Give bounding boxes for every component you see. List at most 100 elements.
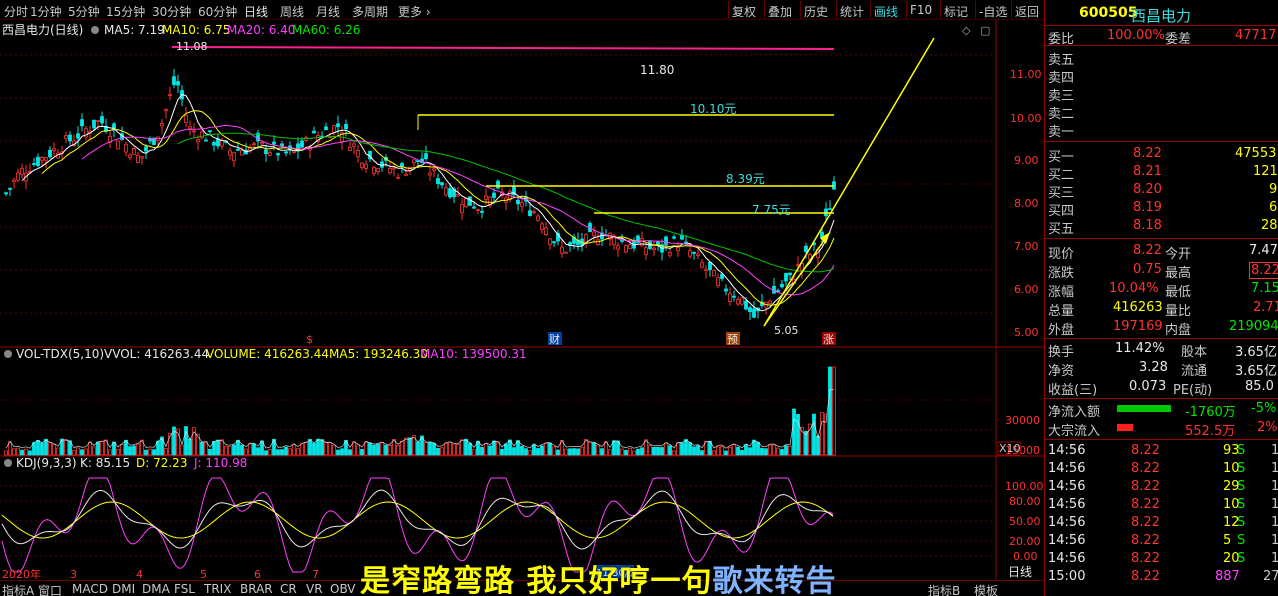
- expand-icon[interactable]: ▢: [980, 24, 990, 37]
- tab-template[interactable]: 模板: [974, 582, 998, 596]
- volume-bar: [696, 445, 700, 456]
- sell1-label: 卖一: [1048, 125, 1075, 140]
- tick-row: 14:56 8.22 10 S 1: [1045, 460, 1278, 478]
- candle-body: [432, 168, 436, 171]
- marker-dollar[interactable]: $: [306, 333, 313, 346]
- volume-bar: [540, 445, 544, 456]
- tick-row: 15:00 8.22 887 27: [1045, 568, 1278, 586]
- tab-cr[interactable]: CR: [280, 582, 297, 596]
- tab-weekly[interactable]: 周线: [280, 3, 304, 20]
- candle-body: [392, 167, 396, 170]
- volume-bar: [188, 438, 192, 456]
- candle-body: [12, 179, 16, 183]
- candle-body: [276, 153, 280, 156]
- mark-button[interactable]: 标记: [940, 1, 971, 19]
- ytick: 80.00: [1009, 495, 1041, 508]
- quote-row-pct: 涨幅 10.04% 最低 7.15: [1045, 280, 1278, 300]
- tab-vr[interactable]: VR: [306, 582, 323, 596]
- tick-time: 14:56: [1048, 497, 1086, 512]
- kdj-settings-icon[interactable]: [4, 459, 12, 467]
- buy2-row[interactable]: 买二 8.21 121: [1045, 163, 1278, 183]
- f10-button[interactable]: F10: [906, 1, 935, 19]
- settings-circle-icon[interactable]: [91, 26, 99, 34]
- candle-body: [696, 253, 700, 257]
- candle-body: [232, 152, 236, 162]
- volume-bar: [416, 441, 420, 456]
- tab-fenshi[interactable]: 分时: [4, 3, 28, 20]
- volume-bar: [340, 448, 344, 456]
- quote-label: 外盘: [1048, 323, 1075, 338]
- buy5-label: 买五: [1048, 222, 1075, 237]
- volume-bar: [484, 443, 488, 456]
- volume-bar: [284, 446, 288, 456]
- tick-count: 1: [1271, 533, 1278, 548]
- volume-bar: [132, 445, 136, 456]
- draw-line-button[interactable]: 画线: [870, 1, 901, 19]
- tab-indicator-b[interactable]: 指标B: [928, 582, 960, 596]
- tab-1min[interactable]: 1分钟: [30, 3, 62, 20]
- candle-body: [732, 295, 736, 298]
- volume-bar: [768, 444, 772, 456]
- quote-label: 今开: [1165, 247, 1192, 262]
- tab-fsl[interactable]: FSL: [174, 582, 195, 596]
- candle-body: [348, 146, 352, 151]
- back-button[interactable]: 返回: [1011, 1, 1042, 19]
- tab-indicator-a[interactable]: 指标A: [2, 582, 34, 596]
- tab-trix[interactable]: TRIX: [204, 582, 231, 596]
- volume-bar: [308, 438, 312, 456]
- diamond-icon[interactable]: ◇: [962, 24, 971, 37]
- volume-bar: [608, 449, 612, 456]
- tab-macd[interactable]: MACD: [72, 582, 108, 596]
- moving-average-lines: [21, 93, 835, 312]
- buy5-price: 8.18: [1133, 218, 1162, 233]
- tab-daily[interactable]: 日线: [244, 3, 268, 20]
- restore-rights-button[interactable]: 复权: [728, 1, 759, 19]
- tab-window[interactable]: 窗口: [38, 582, 62, 596]
- overlay-button[interactable]: 叠加: [764, 1, 795, 19]
- marker-forecast[interactable]: 预: [727, 333, 738, 346]
- volume-bar: [760, 447, 764, 456]
- tab-brar[interactable]: BRAR: [240, 582, 273, 596]
- xtick: 3: [70, 568, 77, 580]
- remove-watchlist-button[interactable]: -自选: [975, 1, 1010, 19]
- divider: [1045, 45, 1278, 46]
- volume-bar: [248, 443, 252, 456]
- volume-bar: [672, 450, 676, 456]
- tab-60min[interactable]: 60分钟: [198, 3, 237, 20]
- tab-30min[interactable]: 30分钟: [152, 3, 191, 20]
- tab-dma[interactable]: DMA: [142, 582, 170, 596]
- quote-value: 8.22: [1249, 262, 1278, 279]
- buy3-row[interactable]: 买三 8.20 9: [1045, 181, 1278, 201]
- stat-value: 11.42%: [1115, 341, 1165, 356]
- candle-body: [592, 231, 596, 237]
- tab-5min[interactable]: 5分钟: [68, 3, 100, 20]
- volume-bar: [376, 443, 380, 456]
- vol-settings-icon[interactable]: [4, 350, 12, 358]
- volume-bar: [280, 449, 284, 456]
- chart-area[interactable]: 11.80 10.10元 8.39元 7.75元 11.08 5.05 $ 财 …: [0, 20, 1044, 580]
- tab-dmi[interactable]: DMI: [112, 582, 135, 596]
- label-1010: 10.10元: [690, 102, 736, 116]
- ytick: 11.00: [1010, 68, 1042, 81]
- tab-monthly[interactable]: 月线: [316, 3, 340, 20]
- candle-body: [684, 241, 688, 244]
- quote-row-price: 现价 8.22 今开 7.47: [1045, 242, 1278, 262]
- history-button[interactable]: 历史: [800, 1, 831, 19]
- buy4-row[interactable]: 买四 8.19 6: [1045, 199, 1278, 219]
- tab-obv[interactable]: OBV: [330, 582, 356, 596]
- tab-more[interactable]: 更多 ›: [398, 3, 431, 20]
- candle-body: [540, 223, 544, 231]
- candle-body: [264, 149, 268, 155]
- candle-body: [744, 300, 748, 310]
- volume-bar: [164, 448, 168, 456]
- volume-bar: [400, 440, 404, 456]
- tab-multi-period[interactable]: 多周期: [352, 3, 388, 20]
- buy5-row[interactable]: 买五 8.18 28: [1045, 217, 1278, 237]
- tab-15min[interactable]: 15分钟: [106, 3, 145, 20]
- statistics-button[interactable]: 统计: [836, 1, 867, 19]
- ytick: 8.00: [1014, 197, 1039, 210]
- buy1-row[interactable]: 买一 8.22 47553: [1045, 145, 1278, 165]
- marker-finance[interactable]: 财: [549, 332, 560, 346]
- marker-limit-up[interactable]: 涨: [823, 333, 834, 346]
- candle-body: [444, 187, 448, 196]
